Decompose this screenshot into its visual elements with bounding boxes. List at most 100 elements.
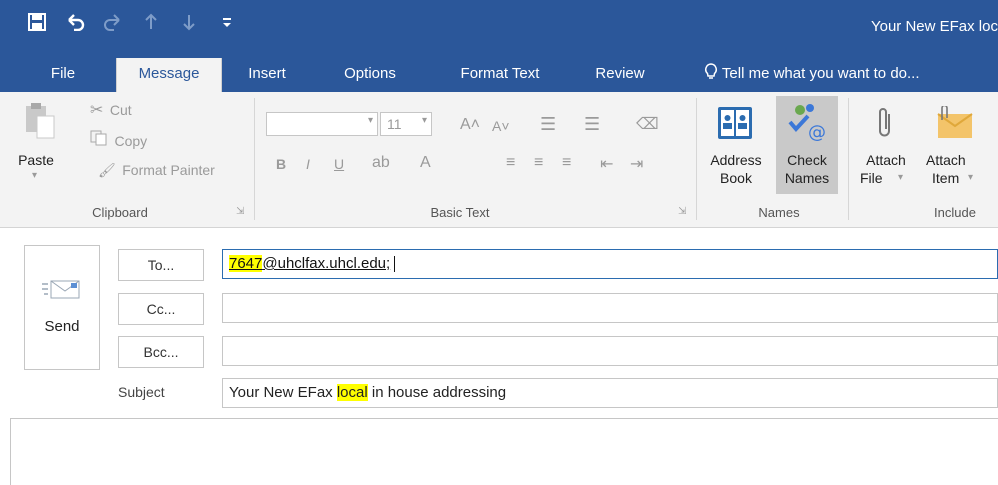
scissors-icon: ✂ [90,102,104,119]
tab-review[interactable]: Review [584,58,656,92]
paste-icon [24,102,56,145]
font-size-combo[interactable]: 11 ▾ [380,112,432,136]
attach-item-button[interactable]: Attach Item ▾ [922,96,984,196]
address-book-button[interactable]: Address Book [704,96,768,196]
attach-item-label-1: Attach [926,152,966,168]
to-field[interactable]: 7647@uhclfax.uhcl.edu; [222,249,998,279]
tell-me-text: Tell me what you want to do... [721,65,920,82]
tab-message[interactable]: Message [116,58,222,92]
grow-font-icon[interactable]: A˄ [460,116,480,134]
group-separator [696,98,697,220]
ribbon: Paste ▾ ✂ Cut Copy 🖌 Format Painter Clip… [0,92,998,228]
save-icon[interactable] [18,10,56,34]
title-bar: Your New EFax loc [0,0,998,58]
address-book-label-2: Book [720,170,752,186]
tab-format-text[interactable]: Format Text [438,58,562,92]
tell-me-box[interactable]: Tell me what you want to do... [704,58,920,92]
cut-button[interactable]: ✂ Cut [90,100,132,122]
font-size-value: 11 [387,116,402,132]
address-book-icon [716,104,754,147]
check-names-icon: @ [786,102,828,147]
increase-indent-icon[interactable]: ⇥ [630,154,643,174]
ribbon-tabs: File Message Insert Options Format Text … [0,58,998,92]
brush-icon: 🖌 [98,162,116,178]
recipient-domain: @uhclfax.uhcl.edu; [262,255,391,272]
group-separator [848,98,849,220]
text-caret [394,256,396,273]
tab-file[interactable]: File [34,58,92,92]
svg-text:@: @ [808,122,826,142]
paste-button[interactable]: Paste ▾ [4,96,68,190]
cc-button[interactable]: Cc... [118,293,204,325]
clipboard-group-label: Clipboard [92,205,148,220]
bullets-icon[interactable]: ☰ [540,114,556,135]
recipient-address[interactable]: 7647@uhclfax.uhcl.edu; [229,255,390,272]
bcc-button[interactable]: Bcc... [118,336,204,368]
subject-label: Subject [118,384,165,400]
copy-label: Copy [114,133,148,149]
bcc-field[interactable] [222,336,998,366]
format-painter-button[interactable]: 🖌 Format Painter [98,162,215,184]
attach-file-button[interactable]: Attach File ▾ [856,96,916,196]
message-body[interactable] [10,418,998,485]
subject-highlight: local [336,384,368,401]
chevron-down-icon: ▾ [898,172,904,183]
include-group-label: Include [934,205,976,220]
attach-file-label-2: File [860,170,883,186]
decrease-indent-icon[interactable]: ⇤ [600,154,613,174]
font-name-combo[interactable]: ▾ [266,112,378,136]
font-color-icon[interactable]: A [420,154,431,172]
check-names-label-1: Check [787,152,827,168]
customize-icon[interactable] [208,10,246,34]
send-envelope-icon [41,278,81,305]
names-group-label: Names [758,205,800,220]
group-separator [254,98,255,220]
attach-item-label-2: Item [932,170,960,186]
check-names-button[interactable]: @ Check Names [776,96,838,194]
quick-access-toolbar [18,10,246,34]
chevron-down-icon: ▾ [421,115,427,126]
to-button[interactable]: To... [118,249,204,281]
down-arrow-icon[interactable] [170,10,208,34]
dialog-launcher-icon[interactable]: ⇲ [236,206,244,217]
align-center-icon[interactable]: ≡ [534,154,543,172]
check-names-label-2: Names [784,170,830,186]
subject-field[interactable]: Your New EFax local in house addressing [222,378,998,408]
copy-button[interactable]: Copy [90,130,148,152]
address-book-label-1: Address [710,152,762,168]
copy-icon [90,130,112,150]
paperclip-icon [876,104,894,145]
paste-label: Paste [18,152,54,168]
send-label: Send [44,318,80,335]
tab-insert[interactable]: Insert [238,58,296,92]
clear-formatting-icon[interactable]: ⌫ [636,114,659,134]
subject-text-post: in house addressing [367,384,507,401]
shrink-font-icon[interactable]: A˅ [492,118,510,134]
up-arrow-icon[interactable] [132,10,170,34]
undo-icon[interactable] [56,10,94,34]
window-title: Your New EFax loc [870,18,998,35]
chevron-down-icon: ▾ [367,115,373,126]
subject-text-pre: Your New EFax [229,384,337,401]
underline-button[interactable]: U [334,156,344,172]
basic-text-group-label: Basic Text [430,205,490,220]
bold-button[interactable]: B [276,156,286,172]
chevron-down-icon: ▾ [32,170,38,181]
cut-label: Cut [109,102,132,118]
redo-icon[interactable] [94,10,132,34]
align-left-icon[interactable]: ≡ [506,154,515,172]
dialog-launcher-icon[interactable]: ⇲ [678,206,686,217]
numbering-icon[interactable]: ☰ [584,114,600,135]
cc-field[interactable] [222,293,998,323]
tab-options[interactable]: Options [326,58,414,92]
highlighted-number: 7647 [229,255,263,272]
attach-file-label-1: Attach [866,152,906,168]
lightbulb-icon [704,63,722,82]
envelope-icon [934,104,974,145]
italic-button[interactable]: I [306,156,310,172]
chevron-down-icon: ▾ [968,172,974,183]
align-right-icon[interactable]: ≡ [562,154,571,172]
send-button[interactable]: Send [24,245,100,370]
highlight-icon[interactable]: ab [372,154,390,172]
format-painter-label: Format Painter [122,162,215,178]
